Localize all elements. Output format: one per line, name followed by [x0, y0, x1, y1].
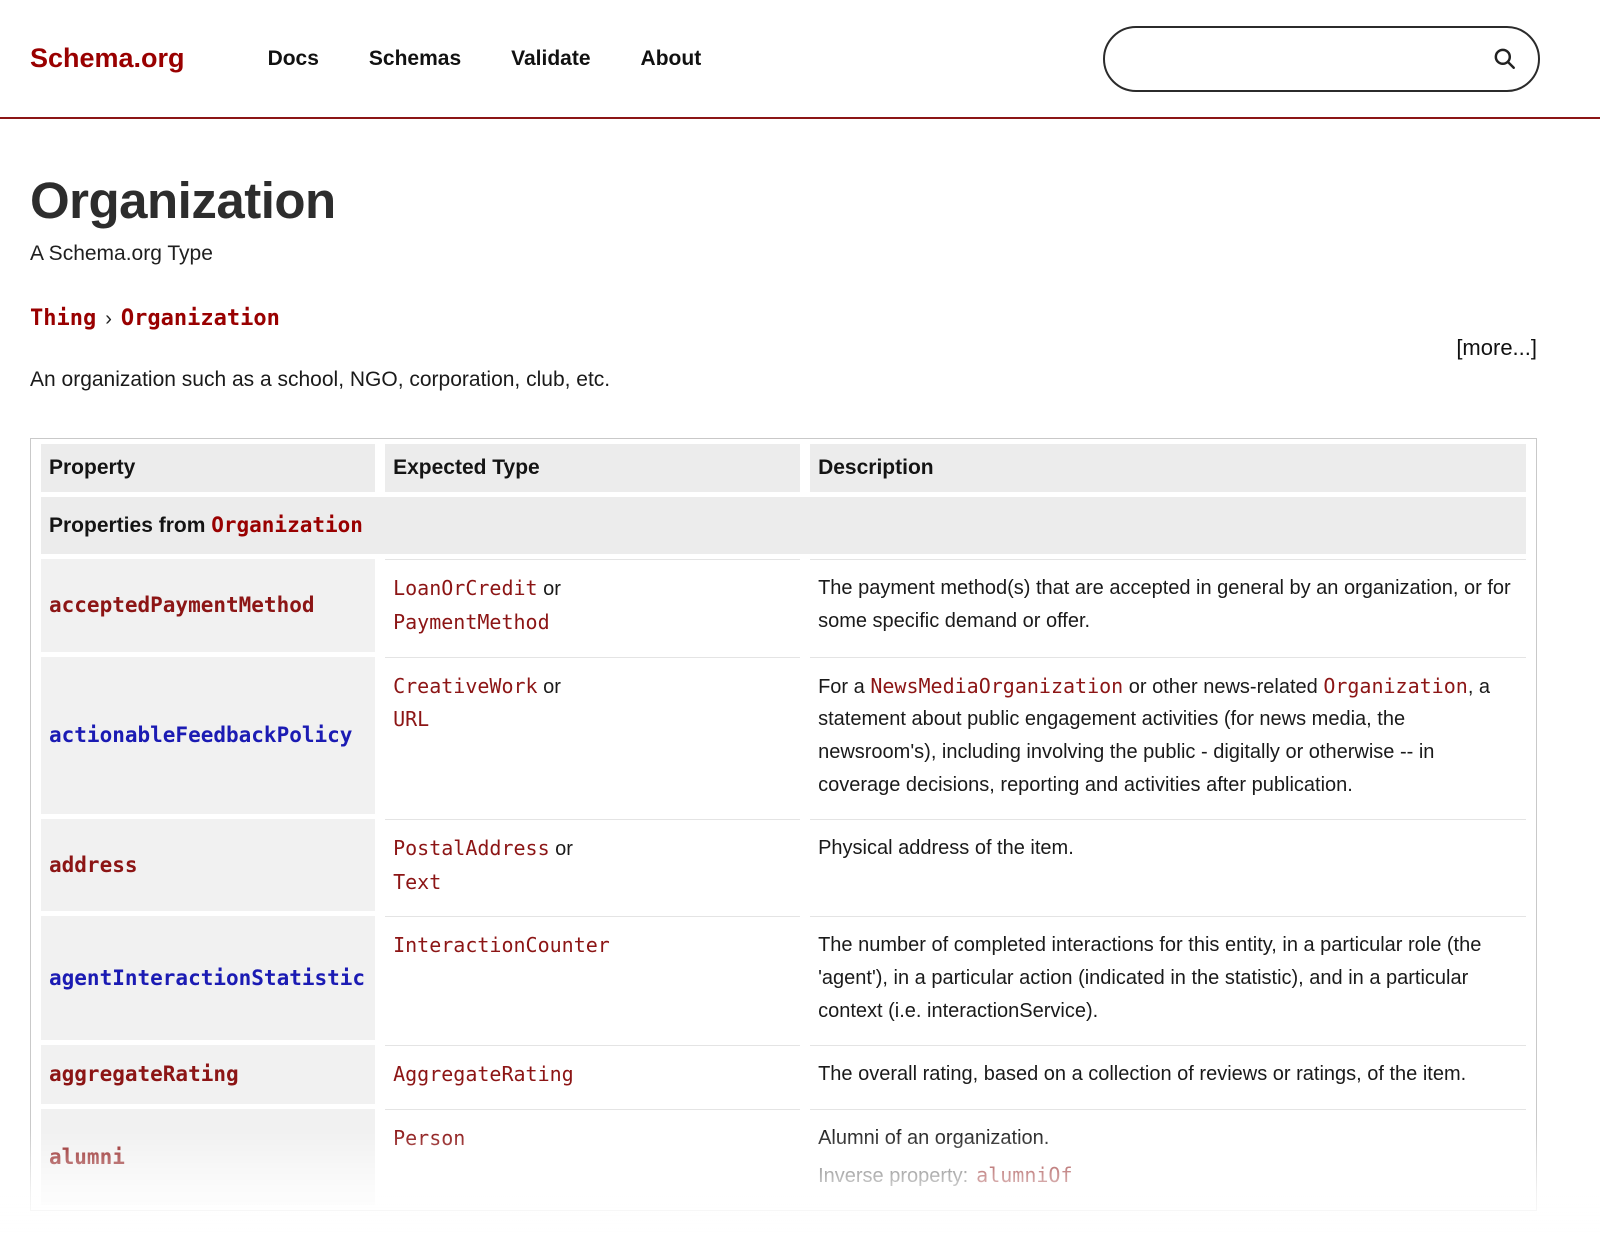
expected-type-cell: InteractionCounter: [385, 916, 800, 1039]
nav-item-schemas[interactable]: Schemas: [369, 47, 461, 71]
description-cell: The payment method(s) that are accepted …: [810, 559, 1526, 652]
property-cell: aggregateRating: [41, 1045, 375, 1104]
description-type-link[interactable]: NewsMediaOrganization: [870, 674, 1123, 698]
breadcrumb-link-organization[interactable]: Organization: [121, 306, 280, 331]
table-row: address PostalAddress or Text Physical addr…: [41, 819, 1526, 912]
nav-item-validate[interactable]: Validate: [511, 47, 590, 71]
expected-type-line: AggregateRating: [393, 1058, 790, 1092]
expected-type-line: URL: [393, 703, 790, 737]
property-cell: acceptedPaymentMethod: [41, 559, 375, 652]
description-text: Alumni of an organization.: [818, 1122, 1516, 1155]
nav-item-about[interactable]: About: [641, 47, 702, 71]
property-link[interactable]: acceptedPaymentMethod: [49, 593, 315, 617]
expected-type-link[interactable]: URL: [393, 707, 429, 731]
table-header-row: Property Expected Type Description: [41, 444, 1526, 492]
more-link[interactable]: [more...]: [1456, 335, 1537, 360]
logo-link[interactable]: Schema.org: [30, 43, 185, 74]
expected-type-link[interactable]: Person: [393, 1126, 465, 1150]
inverse-property-label: Inverse property:: [818, 1165, 968, 1187]
table-row: aggregateRating AggregateRating The overal…: [41, 1045, 1526, 1104]
property-link[interactable]: agentInteractionStatistic: [49, 966, 365, 990]
expected-type-line: Person: [393, 1122, 790, 1156]
table-row: agentInteractionStatistic InteractionCoun…: [41, 916, 1526, 1039]
expected-type-link[interactable]: PostalAddress: [393, 836, 550, 860]
type-description: An organization such as a school, NGO, c…: [30, 368, 1537, 392]
description-text: The payment method(s) that are accepted …: [818, 572, 1516, 638]
expected-type-link[interactable]: InteractionCounter: [393, 933, 610, 957]
search-input[interactable]: [1131, 47, 1491, 70]
expected-type-cell: PostalAddress or Text: [385, 819, 800, 912]
property-link[interactable]: aggregateRating: [49, 1062, 239, 1086]
main-nav: Docs Schemas Validate About: [268, 47, 702, 71]
breadcrumb-separator: ›: [96, 308, 121, 330]
breadcrumb: Thing›Organization: [30, 306, 1537, 331]
expected-type-cell: Person: [385, 1109, 800, 1206]
property-link[interactable]: address: [49, 853, 138, 877]
properties-table-body: Properties from Organization acceptedPay…: [41, 497, 1526, 1205]
main-content: Organization A Schema.org Type Thing›Org…: [0, 171, 1600, 1211]
or-text: or: [550, 838, 573, 860]
breadcrumb-link-thing[interactable]: Thing: [30, 306, 96, 331]
description-text: Physical address of the item.: [818, 832, 1516, 865]
expected-type-line: PostalAddress or: [393, 832, 790, 866]
properties-table: Property Expected Type Description Prope…: [30, 438, 1537, 1211]
table-row: actionableFeedbackPolicy CreativeWork or U…: [41, 657, 1526, 814]
search-button[interactable]: [1491, 45, 1518, 72]
expected-type-link[interactable]: Text: [393, 870, 441, 894]
expected-type-cell: LoanOrCredit or PaymentMethod: [385, 559, 800, 652]
expected-type-link[interactable]: PaymentMethod: [393, 610, 550, 634]
site-header: Schema.org Docs Schemas Validate About: [0, 0, 1600, 119]
inverse-property-line: Inverse property: alumniOf: [818, 1159, 1516, 1193]
description-text: For a NewsMediaOrganization or other new…: [818, 670, 1516, 802]
expected-type-line: InteractionCounter: [393, 929, 790, 963]
property-cell: actionableFeedbackPolicy: [41, 657, 375, 814]
nav-item-docs[interactable]: Docs: [268, 47, 319, 71]
description-type-link[interactable]: Organization: [1323, 674, 1468, 698]
page-subtitle: A Schema.org Type: [30, 242, 1537, 266]
expected-type-link[interactable]: LoanOrCredit: [393, 576, 538, 600]
expected-type-cell: AggregateRating: [385, 1045, 800, 1104]
section-type-link[interactable]: Organization: [211, 513, 363, 537]
expected-type-link[interactable]: CreativeWork: [393, 674, 538, 698]
or-text: or: [538, 676, 561, 698]
section-cell: Properties from Organization: [41, 497, 1526, 554]
col-header-expected-type: Expected Type: [385, 444, 800, 492]
description-text: The overall rating, based on a collectio…: [818, 1058, 1516, 1091]
more-row: [more...]: [30, 335, 1537, 361]
table-row: acceptedPaymentMethod LoanOrCredit or Paym…: [41, 559, 1526, 652]
section-row: Properties from Organization: [41, 497, 1526, 554]
property-cell: alumni: [41, 1109, 375, 1206]
col-header-property: Property: [41, 444, 375, 492]
expected-type-line: LoanOrCredit or: [393, 572, 790, 606]
expected-type-cell: CreativeWork or URL: [385, 657, 800, 814]
expected-type-line: CreativeWork or: [393, 670, 790, 704]
section-label: Properties from: [49, 514, 205, 537]
search-icon: [1491, 45, 1518, 72]
page-title: Organization: [30, 171, 1537, 230]
expected-type-link[interactable]: AggregateRating: [393, 1062, 574, 1086]
description-cell: Physical address of the item.: [810, 819, 1526, 912]
description-text: The number of completed interactions for…: [818, 929, 1516, 1027]
description-cell: Alumni of an organization. Inverse proper…: [810, 1109, 1526, 1206]
property-cell: address: [41, 819, 375, 912]
inverse-property-link[interactable]: alumniOf: [976, 1163, 1072, 1187]
search-box[interactable]: [1103, 26, 1540, 92]
description-cell: For a NewsMediaOrganization or other new…: [810, 657, 1526, 814]
expected-type-line: PaymentMethod: [393, 606, 790, 640]
property-link[interactable]: alumni: [49, 1145, 125, 1169]
property-link[interactable]: actionableFeedbackPolicy: [49, 723, 352, 747]
or-text: or: [538, 578, 561, 600]
expected-type-line: Text: [393, 866, 790, 900]
description-cell: The number of completed interactions for…: [810, 916, 1526, 1039]
property-cell: agentInteractionStatistic: [41, 916, 375, 1039]
table-row: alumni Person Alumni of an organization. In…: [41, 1109, 1526, 1206]
description-cell: The overall rating, based on a collectio…: [810, 1045, 1526, 1104]
col-header-description: Description: [810, 444, 1526, 492]
